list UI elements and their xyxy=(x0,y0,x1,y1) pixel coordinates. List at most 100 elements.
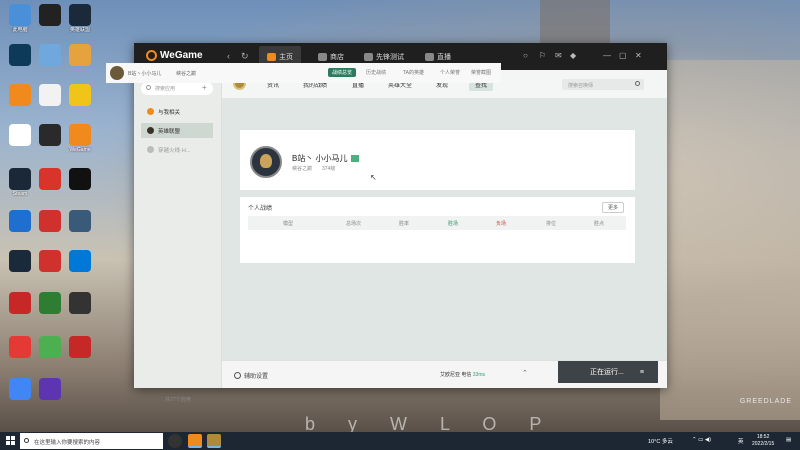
pioneer-icon xyxy=(364,52,373,61)
desktop-icon[interactable] xyxy=(33,210,67,233)
sidebar-item-lol[interactable]: 英雄联盟 xyxy=(141,123,213,138)
desktop-icon[interactable] xyxy=(33,124,67,147)
desktop-icon[interactable] xyxy=(33,44,67,67)
desktop-icon[interactable] xyxy=(63,168,97,191)
server-latency: 33ms xyxy=(472,372,486,378)
desktop-icon[interactable] xyxy=(33,336,67,359)
desktop-icon[interactable] xyxy=(63,84,97,107)
assist-settings-button[interactable]: 辅助设置 xyxy=(234,371,268,380)
add-app-icon[interactable]: + xyxy=(202,83,207,92)
desktop-icon-label: 此电脑 xyxy=(12,27,28,33)
tab-history[interactable]: 历史战绩 xyxy=(366,69,386,76)
col-losses: 负场 xyxy=(496,221,507,227)
tray-icons[interactable]: ⌃ ▭ ◀) xyxy=(692,437,711,443)
related-icon xyxy=(147,108,154,115)
desktop-icon[interactable]: Steam xyxy=(3,168,37,197)
avatar[interactable] xyxy=(250,146,282,178)
desktop-icon[interactable] xyxy=(3,292,37,315)
sidebar-item-label: 英雄联盟 xyxy=(158,128,181,135)
desktop-icon[interactable] xyxy=(33,292,67,315)
desktop-icon[interactable] xyxy=(63,44,97,67)
desktop-icon[interactable] xyxy=(33,168,67,191)
minimize-icon[interactable]: — xyxy=(603,51,611,60)
headset-icon[interactable]: ○ xyxy=(523,51,528,60)
gear-icon xyxy=(234,372,241,379)
desktop-icon[interactable] xyxy=(63,336,97,359)
sidebar-item-crossfire[interactable]: 穿越火线·H... xyxy=(141,142,213,157)
ime-indicator[interactable]: 英 xyxy=(738,437,744,445)
search-icon xyxy=(146,85,151,90)
app-icon xyxy=(69,44,91,66)
desktop-icon[interactable] xyxy=(3,124,37,147)
col-winrate: 胜率 xyxy=(399,221,410,227)
tab-record-overview[interactable]: 战绩总览 xyxy=(328,68,357,77)
maximize-icon[interactable]: ▢ xyxy=(619,51,627,60)
menu-icon[interactable]: ≡ xyxy=(640,369,644,376)
settings-icon[interactable]: ◆ xyxy=(570,51,576,60)
back-arrow-icon[interactable]: ‹ xyxy=(227,51,230,61)
app-icon xyxy=(69,84,91,106)
avatar[interactable] xyxy=(110,66,124,80)
mail-icon[interactable]: ✉ xyxy=(555,51,562,60)
app-icon xyxy=(9,336,31,358)
desktop-icon[interactable] xyxy=(3,378,37,401)
tab-their-champions[interactable]: TA的英雄 xyxy=(403,69,424,76)
wegame-taskbar-icon[interactable] xyxy=(188,434,202,448)
close-icon[interactable]: ✕ xyxy=(635,51,642,60)
system-clock[interactable]: 18:52 2022/2/15 xyxy=(752,434,774,448)
app-icon xyxy=(39,44,61,66)
flag-icon[interactable]: ⚐ xyxy=(539,51,546,60)
home-icon xyxy=(267,52,276,61)
player-server: 峡谷之巅 xyxy=(176,71,197,77)
sidebar-item-label: 与我相关 xyxy=(158,109,181,116)
desktop-icon[interactable]: WeGame xyxy=(63,124,97,153)
server-status[interactable]: 艾欧尼亚 电信 33ms xyxy=(440,371,485,378)
app-icon xyxy=(39,336,61,358)
desktop-icon[interactable] xyxy=(3,250,37,273)
desktop-icon[interactable] xyxy=(3,44,37,67)
running-label: 正在运行... xyxy=(590,369,624,376)
store-icon xyxy=(318,52,327,61)
player-name: B站丶小小马儿 xyxy=(128,71,162,77)
desktop-icon[interactable] xyxy=(33,378,67,401)
assist-settings-label: 辅助设置 xyxy=(244,374,269,380)
taskbar-search-input[interactable]: 在这里输入你要搜索的内容 xyxy=(20,433,163,449)
tab-honor-screenshot[interactable]: 荣誉截图 xyxy=(471,69,491,76)
desktop-icon[interactable]: 英雄联盟 xyxy=(63,4,97,33)
chevron-up-icon[interactable]: ⌃ xyxy=(522,369,528,377)
desktop-icon[interactable] xyxy=(33,4,67,27)
desktop-icon[interactable] xyxy=(3,336,37,359)
app-icon xyxy=(39,210,61,232)
sidebar-item-related[interactable]: 与我相关 xyxy=(141,104,213,119)
taskview-icon[interactable] xyxy=(168,434,182,448)
verified-badge-icon xyxy=(350,155,359,163)
app-icon xyxy=(39,4,61,26)
desktop-icon[interactable] xyxy=(63,250,97,273)
app-icon xyxy=(39,292,61,314)
taskbar-search-placeholder: 在这里输入你要搜索的内容 xyxy=(34,440,101,446)
running-status-button[interactable]: 正在运行... ≡ xyxy=(558,361,658,383)
desktop-icon-label: Steam xyxy=(12,191,28,197)
refresh-icon[interactable]: ↻ xyxy=(241,51,249,62)
weather-status[interactable]: 10°C 多云 xyxy=(648,437,673,445)
desktop-icon[interactable] xyxy=(63,292,97,315)
nav-live-label: 直播 xyxy=(437,53,451,61)
live-icon xyxy=(425,52,434,61)
lol-taskbar-icon[interactable] xyxy=(207,434,221,448)
app-icon xyxy=(9,250,31,272)
more-button[interactable]: 更多 xyxy=(602,202,625,213)
tab-honor[interactable]: 个人荣誉 xyxy=(440,69,460,76)
summoner-search-placeholder: 搜索召唤师 xyxy=(568,83,594,89)
summoner-search-input[interactable]: 搜索召唤师 xyxy=(562,79,644,90)
desktop-icon[interactable] xyxy=(33,84,67,107)
notification-icon[interactable]: ▤ xyxy=(786,437,791,443)
desktop-icon[interactable] xyxy=(63,210,97,233)
desktop-icon[interactable] xyxy=(3,210,37,233)
windows-start-icon[interactable] xyxy=(6,436,15,445)
wegame-logo-text: WeGame xyxy=(160,50,203,61)
wegame-logo[interactable]: WeGame xyxy=(146,50,203,61)
wallpaper-brand: GREEDLADE xyxy=(739,398,792,405)
desktop-icon[interactable]: 此电脑 xyxy=(3,4,37,33)
desktop-icon[interactable] xyxy=(3,84,37,107)
desktop-icon[interactable] xyxy=(33,250,67,273)
